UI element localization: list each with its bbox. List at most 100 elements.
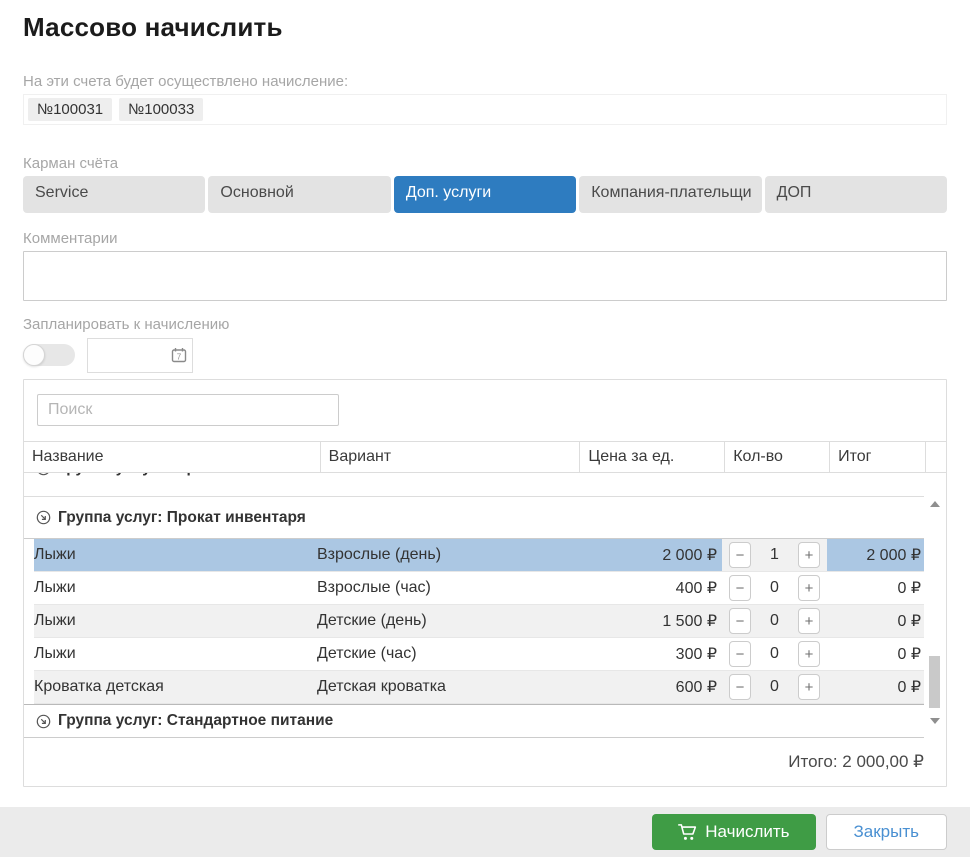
service-row[interactable]: ЛыжиДетские (день)1 500 ₽−0+0 ₽ xyxy=(24,605,924,638)
service-variant: Взрослые (день) xyxy=(317,539,577,571)
charge-button[interactable]: Начислить xyxy=(652,814,815,850)
schedule-toggle[interactable] xyxy=(23,344,75,366)
group-collapse-icon[interactable] xyxy=(36,473,51,476)
accounts-label: На эти счета будет осуществлено начислен… xyxy=(23,73,947,90)
mass-charge-dialog: Массово начислить На эти счета будет осу… xyxy=(0,0,970,857)
qty-plus-button[interactable]: + xyxy=(798,542,820,568)
qty-minus-button[interactable]: − xyxy=(729,674,751,700)
pocket-tab-2[interactable]: Доп. услуги xyxy=(394,176,576,213)
group-collapse-icon[interactable] xyxy=(36,510,51,525)
svg-text:7: 7 xyxy=(177,352,182,361)
quantity-stepper: −0+ xyxy=(722,605,827,637)
service-total: 0 ₽ xyxy=(827,638,924,670)
qty-minus-button[interactable]: − xyxy=(729,542,751,568)
qty-plus-button[interactable]: + xyxy=(798,575,820,601)
quantity-stepper: −1+ xyxy=(722,539,827,571)
pocket-tab-3[interactable]: Компания-плательщи xyxy=(579,176,761,213)
services-search-row xyxy=(24,380,946,441)
service-group-row[interactable]: Группа услуг: Бар xyxy=(24,473,924,497)
schedule-controls: 7 xyxy=(23,337,947,373)
scrollbar-up-icon[interactable] xyxy=(930,501,940,507)
row-spacer xyxy=(24,572,34,605)
column-header-4[interactable]: Итог xyxy=(829,442,926,472)
cart-icon xyxy=(678,823,697,841)
service-unit-price: 600 ₽ xyxy=(577,671,722,703)
qty-value: 0 xyxy=(751,678,798,696)
qty-value: 1 xyxy=(751,546,798,564)
column-header-2[interactable]: Цена за ед. xyxy=(579,442,724,472)
pocket-tab-1[interactable]: Основной xyxy=(208,176,390,213)
pocket-label: Карман счёта xyxy=(23,155,947,172)
service-total: 0 ₽ xyxy=(827,605,924,637)
accounts-tags: №100031 №100033 xyxy=(23,94,947,125)
total-label: Итого: 2 000,00 ₽ xyxy=(788,752,924,772)
calendar-icon: 7 xyxy=(171,347,187,363)
service-row[interactable]: Кроватка детскаяДетская кроватка600 ₽−0+… xyxy=(24,671,924,704)
quantity-stepper: −0+ xyxy=(722,638,827,670)
qty-value: 0 xyxy=(751,645,798,663)
row-spacer xyxy=(24,638,34,671)
header-gutter xyxy=(926,442,946,472)
qty-value: 0 xyxy=(751,612,798,630)
pocket-tab-0[interactable]: Service xyxy=(23,176,205,213)
service-variant: Детская кроватка xyxy=(317,671,577,703)
row-spacer xyxy=(24,671,34,704)
qty-plus-button[interactable]: + xyxy=(798,674,820,700)
qty-minus-button[interactable]: − xyxy=(729,608,751,634)
qty-plus-button[interactable]: + xyxy=(798,641,820,667)
quantity-stepper: −0+ xyxy=(722,671,827,703)
qty-value: 0 xyxy=(751,579,798,597)
row-spacer xyxy=(24,605,34,638)
column-header-0[interactable]: Название xyxy=(24,442,320,472)
search-input[interactable] xyxy=(37,394,339,426)
group-label: Группа услуг: Прокат инвентаря xyxy=(58,509,306,527)
service-name: Лыжи xyxy=(34,605,317,637)
service-unit-price: 400 ₽ xyxy=(577,572,722,604)
group-label: Группа услуг: Бар xyxy=(58,473,196,477)
services-total-row: Итого: 2 000,00 ₽ xyxy=(24,738,946,786)
comments-textarea[interactable] xyxy=(23,251,947,301)
column-header-3[interactable]: Кол-во xyxy=(724,442,829,472)
service-name: Лыжи xyxy=(34,572,317,604)
row-spacer xyxy=(24,539,34,572)
qty-plus-button[interactable]: + xyxy=(798,608,820,634)
service-total: 2 000 ₽ xyxy=(827,539,924,571)
service-group-row[interactable]: Группа услуг: Прокат инвентаря xyxy=(24,497,924,539)
service-total: 0 ₽ xyxy=(827,671,924,703)
close-button[interactable]: Закрыть xyxy=(826,814,947,850)
services-panel: НазваниеВариантЦена за ед.Кол-воИтог Гру… xyxy=(23,379,947,787)
charge-button-label: Начислить xyxy=(705,822,789,842)
service-variant: Взрослые (час) xyxy=(317,572,577,604)
service-row[interactable]: ЛыжиВзрослые (час)400 ₽−0+0 ₽ xyxy=(24,572,924,605)
service-row[interactable]: ЛыжиВзрослые (день)2 000 ₽−1+2 000 ₽ xyxy=(24,539,924,572)
pocket-tabs: ServiceОсновнойДоп. услугиКомпания-плате… xyxy=(23,176,947,213)
schedule-date-field: 7 xyxy=(87,338,193,373)
account-tag: №100031 xyxy=(28,98,112,121)
service-unit-price: 1 500 ₽ xyxy=(577,605,722,637)
qty-minus-button[interactable]: − xyxy=(729,575,751,601)
group-label: Группа услуг: Стандартное питание xyxy=(58,712,333,730)
qty-minus-button[interactable]: − xyxy=(729,641,751,667)
pocket-tab-4[interactable]: ДОП xyxy=(765,176,947,213)
service-name: Лыжи xyxy=(34,638,317,670)
service-name: Кроватка детская xyxy=(34,671,317,703)
scrollbar-thumb[interactable] xyxy=(929,656,940,708)
service-row[interactable]: ЛыжиДетские (час)300 ₽−0+0 ₽ xyxy=(24,638,924,671)
scrollbar-down-icon[interactable] xyxy=(930,718,940,724)
service-name: Лыжи xyxy=(34,539,317,571)
comments-label: Комментарии xyxy=(23,230,947,247)
group-collapse-icon[interactable] xyxy=(36,714,51,729)
table-scrollbar[interactable] xyxy=(928,473,942,738)
service-variant: Детские (час) xyxy=(317,638,577,670)
column-header-1[interactable]: Вариант xyxy=(320,442,580,472)
service-unit-price: 2 000 ₽ xyxy=(577,539,722,571)
service-group-row[interactable]: Группа услуг: Стандартное питание xyxy=(24,704,924,738)
services-table-header: НазваниеВариантЦена за ед.Кол-воИтог xyxy=(24,441,946,473)
service-unit-price: 300 ₽ xyxy=(577,638,722,670)
footer-bar: Начислить Закрыть xyxy=(0,807,970,857)
toggle-knob xyxy=(23,344,45,366)
account-tag: №100033 xyxy=(119,98,203,121)
service-variant: Детские (день) xyxy=(317,605,577,637)
services-table-body: Группа услуг: Бар Группа услуг: Прокат ин… xyxy=(24,473,946,738)
service-total: 0 ₽ xyxy=(827,572,924,604)
